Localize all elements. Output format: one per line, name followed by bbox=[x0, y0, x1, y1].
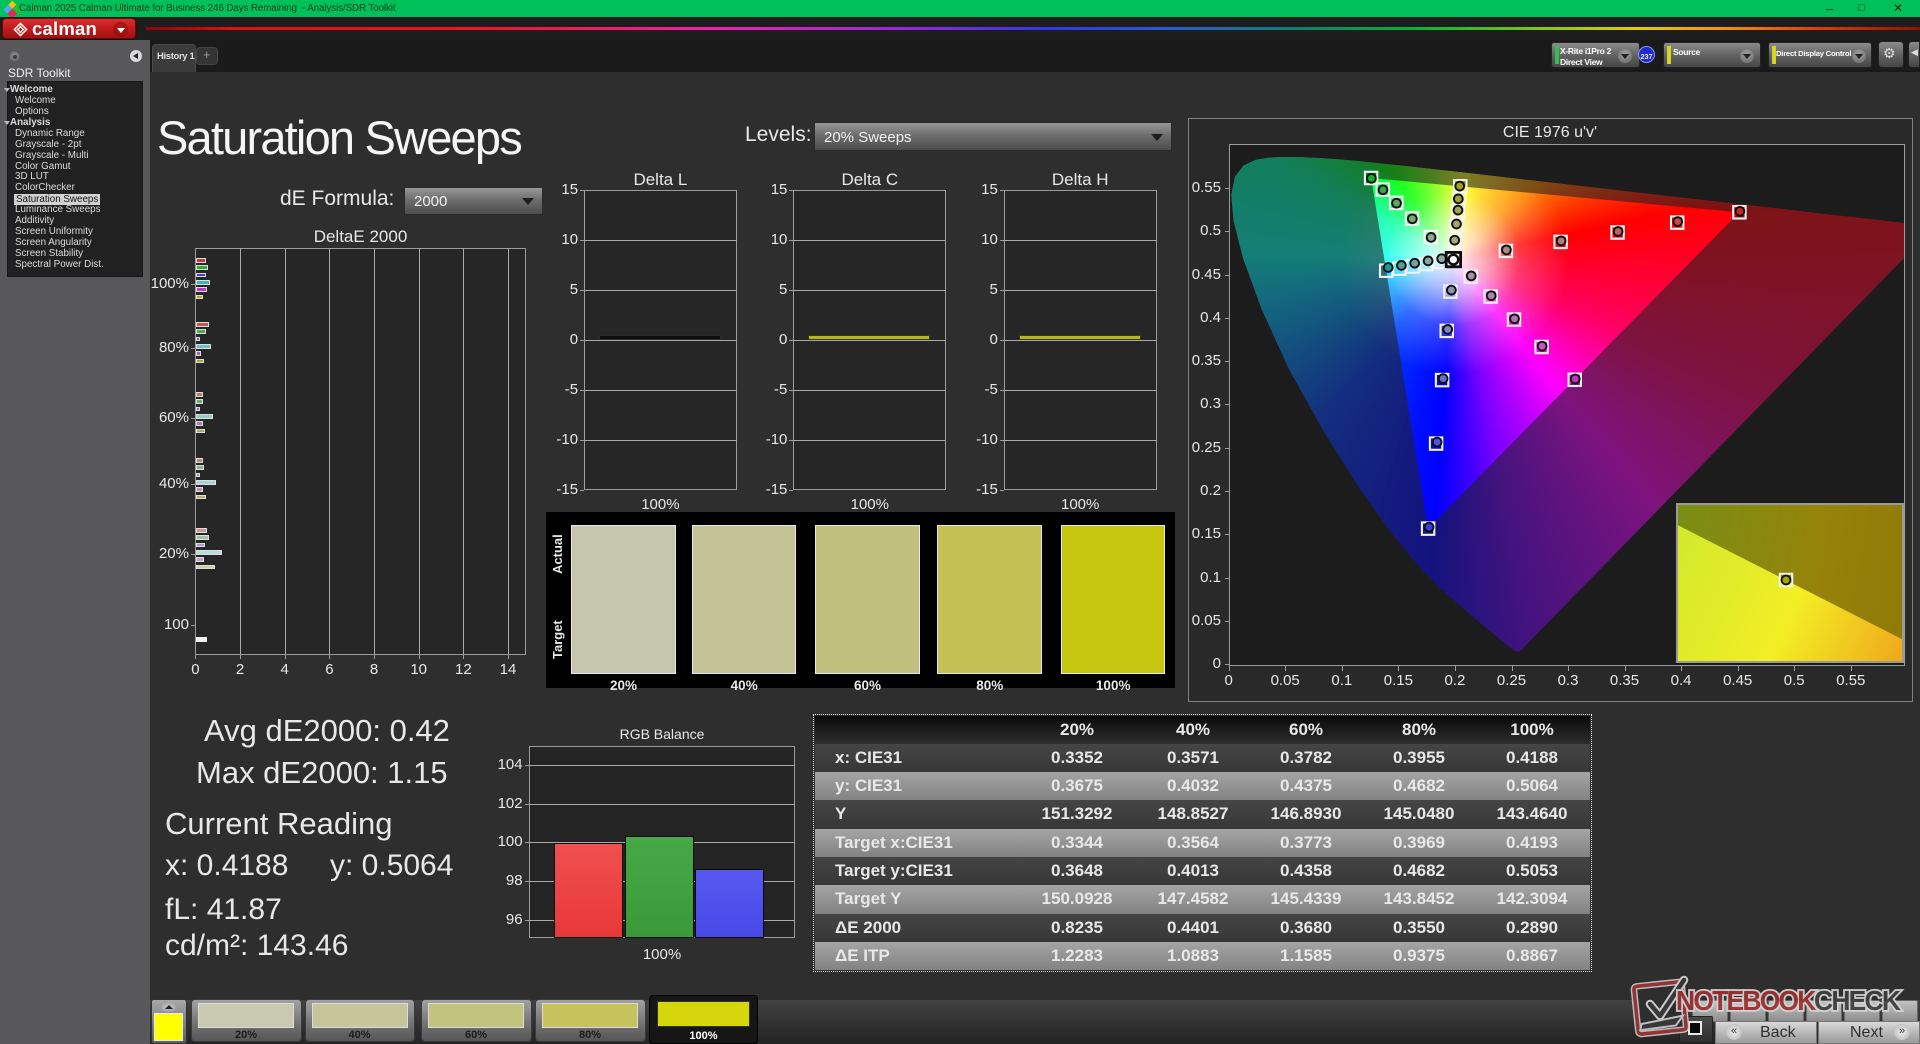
svg-text:NOTEBOOK: NOTEBOOK bbox=[1676, 984, 1817, 1016]
svg-text:CHECK: CHECK bbox=[1814, 984, 1901, 1016]
